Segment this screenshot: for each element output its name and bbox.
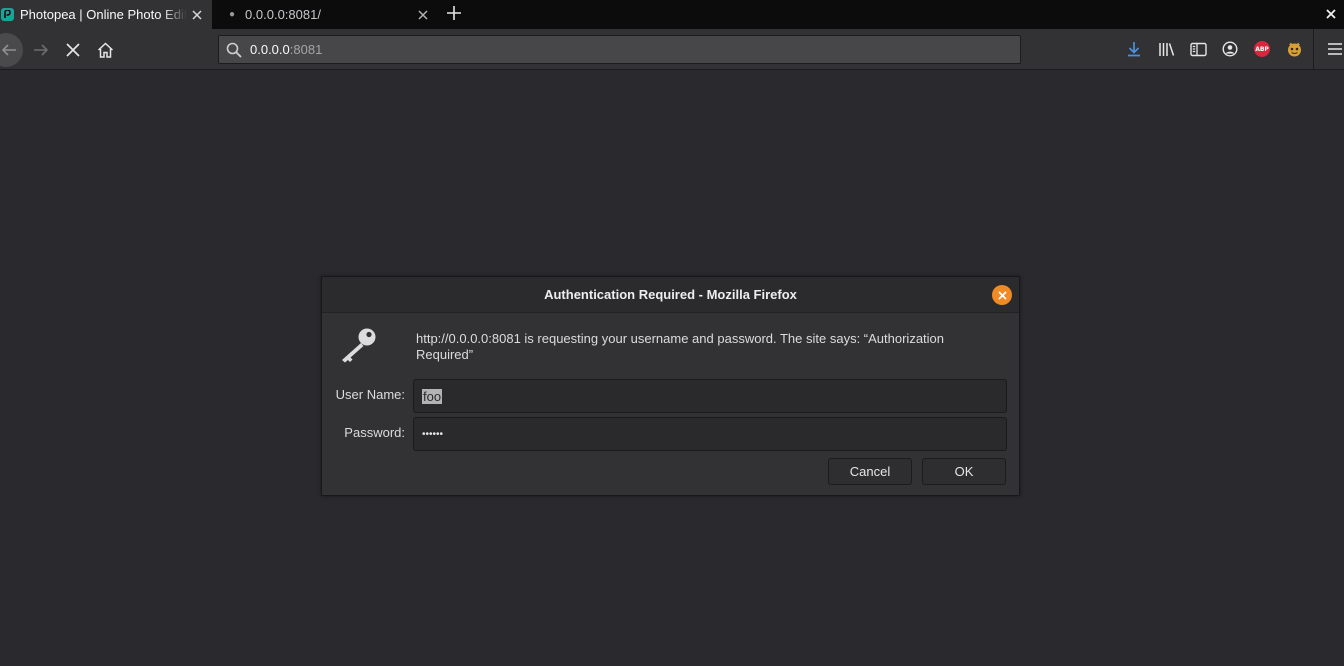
stop-x-icon <box>66 43 80 57</box>
account-icon[interactable] <box>1221 40 1239 58</box>
tab-strip: Photopea | Online Photo Editor ● 0.0.0.0… <box>0 0 1344 29</box>
home-icon <box>97 42 113 58</box>
dialog-close-button[interactable] <box>992 285 1012 305</box>
extension-icon[interactable] <box>1285 40 1303 58</box>
adblock-plus-icon[interactable]: ABP <box>1253 40 1271 58</box>
new-tab-button[interactable] <box>444 3 464 23</box>
key-icon <box>342 328 376 363</box>
dialog-message: http://0.0.0.0:8081 is requesting your u… <box>416 331 945 362</box>
close-icon <box>1326 9 1336 19</box>
close-icon <box>997 290 1007 300</box>
tab-close-icon[interactable] <box>187 5 207 25</box>
url-host: 0.0.0.0 <box>250 42 290 57</box>
auth-dialog: Authentication Required - Mozilla Firefo… <box>321 276 1020 496</box>
abp-label: ABP <box>1254 41 1270 57</box>
url-text: 0.0.0.0:8081 <box>250 42 322 57</box>
username-field[interactable]: foo <box>413 379 1007 413</box>
arrow-right-icon <box>34 44 49 56</box>
photopea-logo-icon <box>1 8 14 21</box>
url-port: :8081 <box>289 42 323 57</box>
username-label: User Name: <box>335 387 405 402</box>
ok-button[interactable]: OK <box>922 458 1006 485</box>
tab-title: 0.0.0.0:8081/ <box>245 7 321 22</box>
dialog-titlebar: Authentication Required - Mozilla Firefo… <box>322 277 1019 313</box>
loading-dot-icon: ● <box>229 9 236 20</box>
navigation-toolbar: 0.0.0.0:8081 ABP <box>0 29 1344 70</box>
sidebar-icon[interactable] <box>1189 40 1207 58</box>
back-button[interactable] <box>0 33 23 67</box>
hamburger-menu-icon[interactable] <box>1326 40 1344 58</box>
home-button[interactable] <box>93 38 117 62</box>
tab-localhost[interactable]: ● 0.0.0.0:8081/ <box>212 0 438 29</box>
password-field[interactable]: •••••• <box>413 417 1007 451</box>
search-icon <box>226 42 242 58</box>
library-icon[interactable] <box>1157 40 1175 58</box>
stop-button[interactable] <box>61 38 85 62</box>
tab-photopea[interactable]: Photopea | Online Photo Editor <box>0 0 212 29</box>
cancel-button[interactable]: Cancel <box>828 458 912 485</box>
dialog-title: Authentication Required - Mozilla Firefo… <box>544 287 797 302</box>
toolbar-separator <box>1313 29 1314 70</box>
url-bar[interactable]: 0.0.0.0:8081 <box>218 35 1021 64</box>
forward-button[interactable] <box>29 38 53 62</box>
arrow-left-icon <box>1 44 16 56</box>
username-value: foo <box>422 388 443 404</box>
password-value: •••••• <box>422 428 444 440</box>
plus-icon <box>447 6 461 20</box>
window-close-button[interactable] <box>1322 5 1340 23</box>
tab-title: Photopea | Online Photo Editor <box>20 7 187 22</box>
download-icon[interactable] <box>1125 40 1143 58</box>
password-label: Password: <box>344 425 405 440</box>
tab-close-icon[interactable] <box>413 5 433 25</box>
